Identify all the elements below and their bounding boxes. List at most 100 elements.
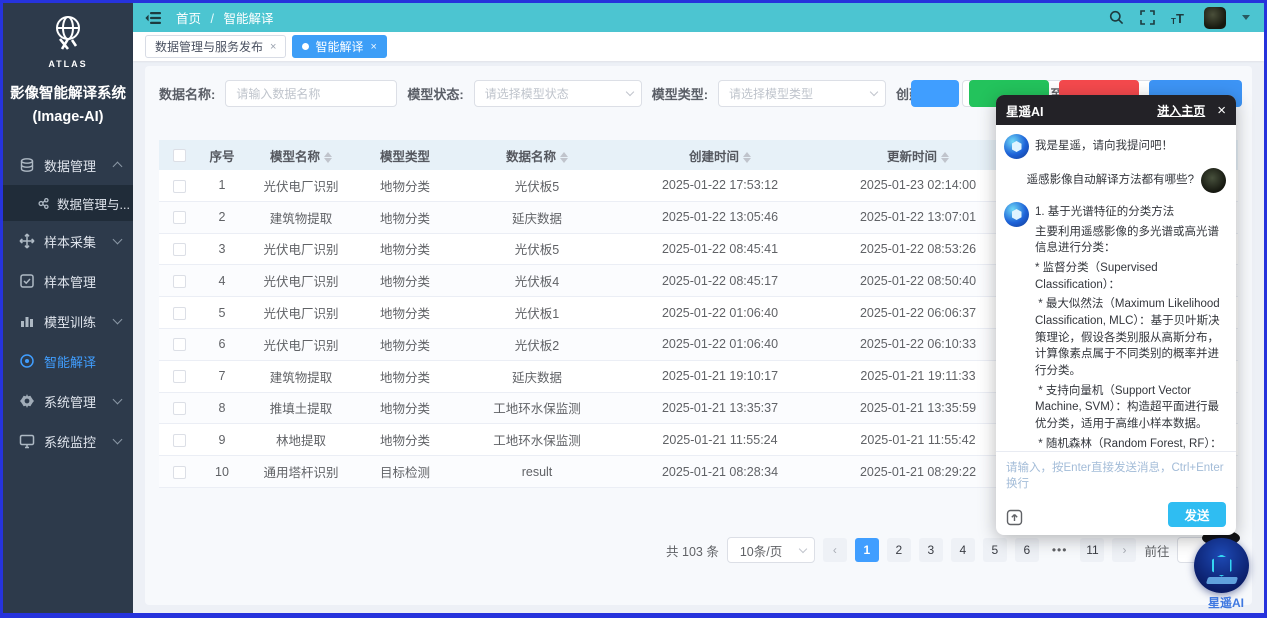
column-header[interactable]: 数据名称 xyxy=(453,146,621,165)
sidebar-item-sample-management[interactable]: 样本管理 xyxy=(3,261,133,301)
logo-text: ATLAS xyxy=(3,59,133,69)
monitor-icon xyxy=(19,433,35,449)
fullscreen-icon[interactable] xyxy=(1140,10,1155,25)
row-checkbox[interactable] xyxy=(173,338,186,351)
table-cell: 2025-01-22 01:06:40 xyxy=(621,306,819,320)
chat-input[interactable] xyxy=(996,452,1236,496)
data-name-input[interactable] xyxy=(225,80,397,107)
table-cell: 光伏电厂识别 xyxy=(245,176,357,195)
row-checkbox[interactable] xyxy=(173,307,186,320)
app-logo: ATLAS xyxy=(3,3,133,69)
page-button-3[interactable]: 3 xyxy=(919,538,943,562)
tab-data-management-publish[interactable]: 数据管理与服务发布 × xyxy=(145,35,286,58)
table-cell: 地物分类 xyxy=(357,398,453,417)
table-cell: 地物分类 xyxy=(357,176,453,195)
user-avatar[interactable] xyxy=(1204,7,1226,29)
upload-icon[interactable] xyxy=(1006,509,1023,526)
column-header[interactable]: 模型名称 xyxy=(245,146,357,165)
sidebar-item-data-management[interactable]: 数据管理 xyxy=(3,145,133,185)
bot-avatar xyxy=(1004,202,1029,227)
sidebar-item-label: 系统监控 xyxy=(44,432,96,451)
chat-header: 星遥AI 进入主页 × xyxy=(996,95,1236,125)
row-checkbox[interactable] xyxy=(173,275,186,288)
page-button-1[interactable]: 1 xyxy=(855,538,879,562)
sidebar-item-system-monitor[interactable]: 系统监控 xyxy=(3,421,133,461)
table-cell: 光伏电厂识别 xyxy=(245,335,357,354)
row-checkbox[interactable] xyxy=(173,434,186,447)
font-size-icon[interactable]: T T xyxy=(1171,11,1188,25)
sort-icon[interactable] xyxy=(560,152,568,163)
page-button-2[interactable]: 2 xyxy=(887,538,911,562)
svg-text:T: T xyxy=(1171,17,1176,25)
table-cell: 光伏板2 xyxy=(453,335,621,354)
page-button-11[interactable]: 11 xyxy=(1080,538,1104,562)
table-cell: 光伏板4 xyxy=(453,271,621,290)
breadcrumb-current: 智能解译 xyxy=(223,12,273,26)
sort-icon[interactable] xyxy=(941,152,949,163)
row-checkbox[interactable] xyxy=(173,243,186,256)
sidebar-item-label: 样本采集 xyxy=(44,232,96,251)
table-cell: 推填土提取 xyxy=(245,398,357,417)
tab-label: 智能解译 xyxy=(315,38,363,55)
model-status-select[interactable]: 请选择模型状态 xyxy=(474,80,642,107)
sidebar-item-sample-collection[interactable]: 样本采集 xyxy=(3,221,133,261)
sidebar-collapse-icon[interactable] xyxy=(145,11,162,25)
send-button[interactable]: 发送 xyxy=(1168,502,1226,527)
prev-page-button[interactable]: ‹ xyxy=(823,538,847,562)
tab-close-icon[interactable]: × xyxy=(370,41,376,53)
column-header: 模型类型 xyxy=(357,146,453,165)
table-cell: 2025-01-21 08:28:34 xyxy=(621,465,819,479)
sidebar-item-label: 数据管理 xyxy=(44,156,96,175)
tab-close-icon[interactable]: × xyxy=(270,41,276,53)
caret-down-icon[interactable] xyxy=(1242,15,1250,20)
table-cell: 地物分类 xyxy=(357,303,453,322)
table-cell: 2025-01-22 13:05:46 xyxy=(621,210,819,224)
sidebar-menu: 数据管理 数据管理与... 样本采集 xyxy=(3,145,133,461)
sidebar-item-label: 模型训练 xyxy=(44,312,96,331)
table-cell: 2025-01-21 13:35:59 xyxy=(819,401,1017,415)
bot-avatar xyxy=(1004,134,1029,159)
table-cell: 地物分类 xyxy=(357,239,453,258)
tab-intelligent-interpretation[interactable]: 智能解译 × xyxy=(292,35,386,58)
sidebar-item-data-management-publish[interactable]: 数据管理与... xyxy=(3,185,133,221)
app-title: 影像智能解译系统 (Image-AI) xyxy=(3,83,133,129)
sort-icon[interactable] xyxy=(743,152,751,163)
model-type-select[interactable]: 请选择模型类型 xyxy=(718,80,886,107)
row-checkbox[interactable] xyxy=(173,466,186,479)
close-icon[interactable]: × xyxy=(1217,103,1226,118)
gear-icon xyxy=(19,393,35,409)
page-button-6[interactable]: 6 xyxy=(1015,538,1039,562)
table-cell: 5 xyxy=(199,306,245,320)
sidebar-subitem-label: 数据管理与... xyxy=(57,194,130,213)
message-text: 1. 基于光谱特征的分类方法主要利用遥感影像的多光谱或高光谱信息进行分类：* 监… xyxy=(1035,202,1226,451)
breadcrumb-home[interactable]: 首页 xyxy=(176,12,201,26)
ai-assistant-label[interactable]: 星遥AI xyxy=(1208,594,1244,611)
sort-icon[interactable] xyxy=(324,152,332,163)
row-checkbox[interactable] xyxy=(173,402,186,415)
sidebar-item-model-training[interactable]: 模型训练 xyxy=(3,301,133,341)
row-checkbox[interactable] xyxy=(173,211,186,224)
more-pages-icon[interactable]: ••• xyxy=(1047,538,1073,562)
search-icon[interactable] xyxy=(1109,10,1124,25)
table-cell: 2025-01-22 08:53:26 xyxy=(819,242,1017,256)
sidebar-item-intelligent-interpretation[interactable]: 智能解译 xyxy=(3,341,133,381)
page-button-5[interactable]: 5 xyxy=(983,538,1007,562)
table-cell: 林地提取 xyxy=(245,430,357,449)
interpret-icon xyxy=(19,353,35,369)
chevron-down-icon xyxy=(625,88,633,96)
page-size-select[interactable]: 10条/页 xyxy=(727,537,815,563)
chat-home-link[interactable]: 进入主页 xyxy=(1157,102,1205,119)
topbar: 首页 / 智能解译 T T xyxy=(133,3,1264,32)
column-header[interactable]: 创建时间 xyxy=(621,146,819,165)
row-checkbox[interactable] xyxy=(173,180,186,193)
row-checkbox[interactable] xyxy=(173,370,186,383)
select-all-checkbox[interactable] xyxy=(173,149,186,162)
ai-assistant-button[interactable] xyxy=(1194,538,1249,593)
next-page-button[interactable]: › xyxy=(1112,538,1136,562)
page-button-4[interactable]: 4 xyxy=(951,538,975,562)
sidebar-item-system-management[interactable]: 系统管理 xyxy=(3,381,133,421)
table-cell: 光伏电厂识别 xyxy=(245,271,357,290)
action-button-1[interactable] xyxy=(911,80,959,107)
column-header[interactable]: 更新时间 xyxy=(819,146,1017,165)
table-cell: 工地环水保监测 xyxy=(453,430,621,449)
